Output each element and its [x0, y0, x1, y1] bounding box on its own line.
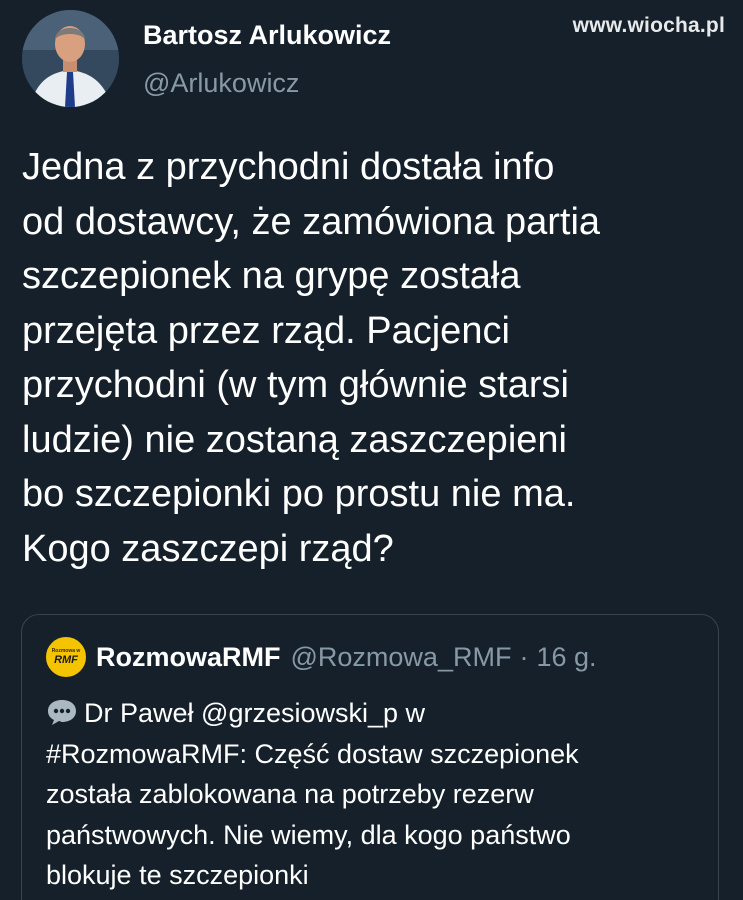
tweet-text-line: przychodni (w tym głównie starsi: [22, 364, 569, 406]
tweet-text: Jedna z przychodni dostała info od dosta…: [22, 140, 734, 576]
tweet-text-line: przejęta przez rząd. Pacjenci: [22, 309, 510, 352]
tweet-text-line: bo szczepionki po prostu nie ma.: [22, 473, 576, 515]
tweet-text-line: szczepionek na grypę została: [22, 255, 521, 297]
quoted-text-line: #RozmowaRMF: Część dostaw szczepionek: [46, 738, 579, 769]
quoted-text-line: państwowych. Nie wiemy, dla kogo państwo: [46, 819, 571, 850]
quoted-text-line-first: Dr Paweł @grzesiowski_p w: [46, 693, 706, 734]
rmf-logo-text: RMF: [54, 654, 78, 666]
tweet-text-line: od dostawcy, że zamówiona partia: [22, 200, 601, 243]
quoted-author-handle[interactable]: @Rozmowa_RMF: [291, 642, 512, 673]
tweet-text-line: ludzie) nie zostaną zaszczepieni: [22, 418, 567, 461]
speech-bubble-icon: [48, 700, 76, 725]
quoted-tweet-time[interactable]: 16 g.: [536, 642, 596, 673]
quoted-tweet-header: Rozmowa w RMF RozmowaRMF @Rozmowa_RMF · …: [46, 635, 597, 679]
author-name[interactable]: Bartosz Arlukowicz: [143, 20, 391, 51]
tweet-page: Bartosz Arlukowicz @Arlukowicz www.wioch…: [0, 0, 743, 900]
tweet-text-line: Jedna z przychodni dostała info: [22, 146, 555, 188]
author-handle[interactable]: @Arlukowicz: [143, 68, 299, 99]
tweet-text-line: Kogo zaszczepi rząd?: [22, 527, 394, 570]
quoted-text-line: Dr Paweł @grzesiowski_p w: [84, 698, 426, 728]
quoted-tweet-text: Dr Paweł @grzesiowski_p w #RozmowaRMF: C…: [46, 693, 706, 896]
site-watermark: www.wiocha.pl: [572, 14, 725, 37]
header-separator: ·: [519, 641, 529, 672]
quoted-author-name[interactable]: RozmowaRMF: [96, 642, 281, 673]
avatar-photo: [22, 10, 119, 107]
quoted-text-line: blokuje te szczepionki: [46, 860, 309, 890]
rmf-logo-avatar[interactable]: Rozmowa w RMF: [46, 637, 86, 677]
author-avatar[interactable]: [22, 10, 119, 107]
quoted-text-line: została zablokowana na potrzeby rezerw: [46, 779, 534, 809]
quoted-tweet-card[interactable]: Rozmowa w RMF RozmowaRMF @Rozmowa_RMF · …: [21, 614, 719, 900]
